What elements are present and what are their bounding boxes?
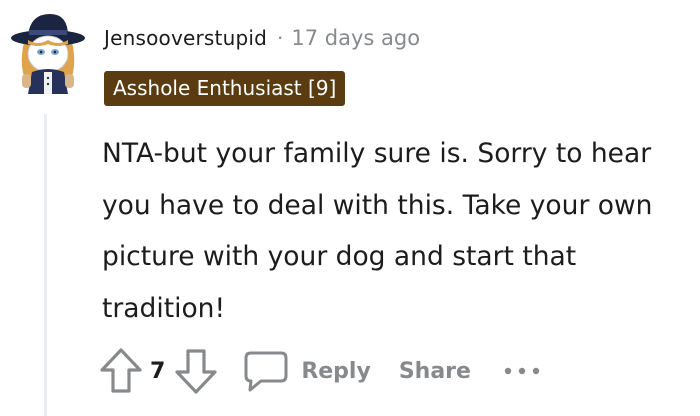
comment-header: Jensooverstupid · 17 days ago — [104, 26, 420, 50]
arrow-up-icon — [100, 348, 142, 393]
username[interactable]: Jensooverstupid — [104, 26, 267, 50]
speech-bubble-icon — [244, 351, 288, 392]
ellipsis-icon — [504, 367, 540, 375]
user-flair: Asshole Enthusiast [9] — [104, 71, 346, 106]
timestamp[interactable]: 17 days ago — [291, 26, 420, 50]
more-options-button[interactable] — [503, 356, 541, 386]
reply-button[interactable]: Reply — [243, 349, 371, 393]
avatar-illustration — [11, 14, 85, 94]
upvote-button[interactable] — [98, 346, 144, 396]
comment: Jensooverstupid · 17 days ago Asshole En… — [0, 0, 700, 416]
share-button[interactable]: Share — [399, 359, 471, 384]
vote-count: 7 — [150, 358, 166, 384]
downvote-button[interactable] — [173, 346, 219, 396]
comment-actions: 7 Reply Share — [98, 346, 541, 396]
thread-line[interactable] — [44, 114, 47, 416]
share-label: Share — [398, 358, 471, 384]
reply-label: Reply — [301, 358, 371, 384]
comment-body: NTA-but your family sure is. Sorry to he… — [102, 138, 653, 324]
arrow-down-icon — [175, 349, 217, 394]
user-avatar[interactable] — [8, 8, 88, 96]
separator-dot: · — [277, 26, 284, 50]
